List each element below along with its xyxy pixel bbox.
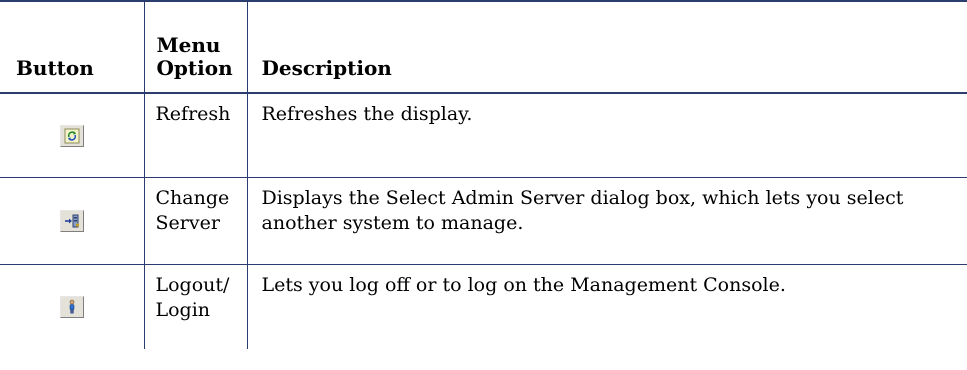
change-server-icon[interactable] [59, 210, 84, 232]
table-row: Change Server Displays the Select Admin … [0, 177, 967, 265]
menu-option-cell: Refresh [144, 93, 248, 178]
button-cell [0, 93, 145, 178]
table-header-row: Button Menu Option Description [0, 1, 967, 94]
table-row: Refresh Refreshes the display. [0, 93, 967, 178]
logout-login-icon[interactable] [59, 296, 84, 319]
button-cell [0, 264, 145, 349]
header-button: Button [0, 1, 145, 94]
description-cell: Displays the Select Admin Server dialog … [247, 177, 967, 265]
refresh-icon[interactable] [59, 124, 84, 147]
button-cell [0, 177, 145, 265]
menu-option-cell: Change Server [144, 177, 248, 265]
description-cell: Refreshes the display. [247, 93, 967, 178]
description-cell: Lets you log off or to log on the Manage… [261, 273, 786, 296]
header-description: Description [247, 1, 967, 94]
menu-option-cell: Logout/ Login [144, 264, 248, 349]
table-row: Logout/ Login Lets you log off or to log… [0, 264, 967, 349]
header-menu-option: Menu Option [144, 1, 248, 94]
button-reference-table: Button Menu Option Description Refresh R… [0, 0, 967, 349]
